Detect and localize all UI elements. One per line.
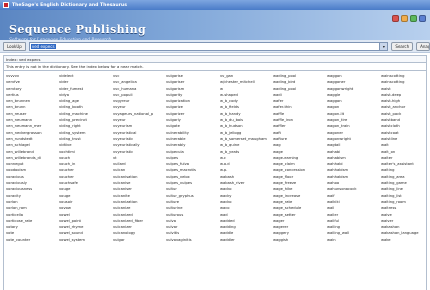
index-word[interactable]: vote_counter <box>6 237 42 243</box>
entries-note: This entry is not in the dictionary. See… <box>3 63 427 70</box>
index-word[interactable]: wage_schedule <box>273 205 305 211</box>
chevron-down-icon[interactable]: ▾ <box>379 42 388 50</box>
index-word[interactable]: vowel_system <box>59 237 88 243</box>
red-button-icon[interactable] <box>392 15 399 22</box>
index-word[interactable]: wage_concession <box>273 167 305 173</box>
index-column: vvvvvv vervfve vervtory vertius ven_brunnen v… <box>6 73 42 243</box>
index-header: Index: ved expecs <box>3 55 427 63</box>
lookup-button[interactable]: LookUp <box>3 41 26 51</box>
index-word[interactable]: waddler <box>220 237 267 243</box>
index-word[interactable]: wahunsonacock <box>327 186 357 192</box>
index-column: vulgarise vulgariser vulgarism vulgarity vul… <box>166 73 196 243</box>
publisher-banner: Sequence Publishing Software for Languag… <box>0 10 430 42</box>
toolbar: LookUp ved expecs ▾ Search Anagram <box>0 40 430 53</box>
blue-button-icon[interactable] <box>419 15 426 22</box>
index-word[interactable]: vultur_gryphus <box>166 193 196 199</box>
index-word[interactable]: waggonwright <box>327 86 357 92</box>
index-word[interactable]: vulpes_macrotis <box>166 167 196 173</box>
index-column: wainscotting wainscotting waist waist-deep w… <box>381 73 418 243</box>
title-bar: TheSage's English Dictionary and Thesaur… <box>0 0 430 10</box>
index-word[interactable]: ven_neumann_mer <box>6 123 42 129</box>
banner-buttons <box>392 15 426 22</box>
search-input[interactable]: ved expecs ▾ <box>28 41 389 51</box>
green-button-icon[interactable] <box>410 15 417 22</box>
anagram-button[interactable]: Anagram <box>416 41 430 51</box>
publisher-name: Sequence Publishing <box>9 23 147 36</box>
index-word[interactable]: waggish <box>273 237 305 243</box>
index-column: wading_pool wading_bird wading_pool wadi waf… <box>273 73 305 243</box>
search-input-value[interactable]: ved expecs <box>30 43 56 49</box>
index-word[interactable]: wake <box>381 237 418 243</box>
index-column: waggon waggoner waggonwright waggle waggon wa… <box>327 73 357 243</box>
orange-button-icon[interactable] <box>401 15 408 22</box>
index-column: vvc vvc_angelica vvc_humana vvc_populi vvgyr… <box>113 73 153 243</box>
index-column: vv_gan w/chester_mitchell w w-shaped w_b_cod… <box>220 73 267 243</box>
index-word[interactable]: vulgar <box>113 237 153 243</box>
app-icon <box>3 2 9 8</box>
index-word[interactable]: wakashan_language <box>381 230 418 236</box>
index-column: videlect vider vider_fumest vidya viding_age… <box>59 73 88 243</box>
search-button[interactable]: Search <box>391 41 414 51</box>
index-word[interactable]: wain <box>327 237 357 243</box>
word-index-grid: vvvvvv vervfve vervtory vertius ven_brunnen v… <box>3 70 427 290</box>
window-title: TheSage's English Dictionary and Thesaur… <box>12 2 127 8</box>
index-word[interactable]: vulvovaginitis <box>166 237 196 243</box>
